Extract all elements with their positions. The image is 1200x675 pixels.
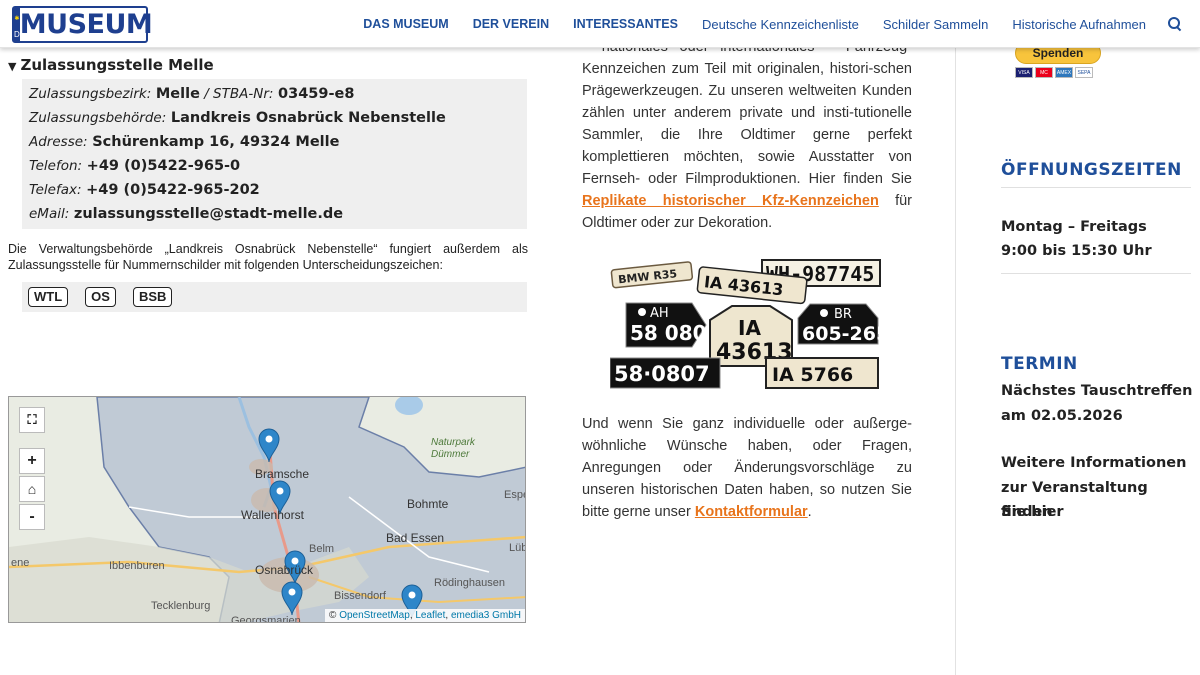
paragraph-text: . xyxy=(807,504,812,520)
office-toggle-label: Zulassungsstelle Melle xyxy=(20,56,214,74)
fullscreen-button[interactable]: ⛶ xyxy=(19,407,45,433)
attribution-link[interactable]: emedia3 GmbH xyxy=(451,610,521,621)
office-info-box: Zulassungsbezirk: Melle / STBA-Nr: 03459… xyxy=(22,79,527,229)
map-label: Rödinghausen xyxy=(434,577,505,589)
hours-time: 9:00 bis 15:30 Uhr xyxy=(1001,243,1152,259)
hours-days: Montag – Freitags xyxy=(1001,219,1147,235)
info-row-adresse: Adresse: Schürenkamp 16, 49324 Melle xyxy=(29,130,520,154)
info-value: Schürenkamp 16, 49324 Melle xyxy=(92,134,340,150)
info-value: Melle xyxy=(155,86,200,102)
nav-interessantes[interactable]: INTERESSANTES xyxy=(573,17,678,31)
info-label: eMail: xyxy=(29,206,70,222)
info-row-bezirk: Zulassungsbezirk: Melle / STBA-Nr: 03459… xyxy=(29,82,520,106)
nav-kennzeichenliste[interactable]: Deutsche Kennzeichenliste xyxy=(702,17,859,32)
plate-text: IA 5766 xyxy=(772,364,853,386)
visa-icon: VISA xyxy=(1015,67,1033,78)
plate-text: 58 0807 xyxy=(630,321,720,345)
logo-text: MUSEUM xyxy=(19,9,153,40)
map-label: Georgsmarien xyxy=(231,615,301,623)
paragraph-text: – nationales oder internationales – Fahr… xyxy=(582,39,912,187)
map-label: Bramsche xyxy=(255,467,310,481)
info-value: Landkreis Osnabrück Nebenstelle xyxy=(170,110,446,126)
email-value[interactable]: zulassungsstelle@stadt-melle.de xyxy=(74,206,343,222)
nav-das-museum[interactable]: DAS MUSEUM xyxy=(363,17,448,31)
map-label: Wallenhorst xyxy=(241,508,304,522)
home-button[interactable]: ⌂ xyxy=(19,476,45,502)
kontaktformular-link[interactable]: Kontaktformular xyxy=(695,504,808,520)
info-value: 03459-e8 xyxy=(278,86,355,102)
office-toggle[interactable]: ▼ Zulassungsstelle Melle xyxy=(8,56,214,74)
column-divider xyxy=(955,48,956,675)
plate-text: IA xyxy=(738,316,761,340)
event-info-link[interactable]: Sie hier xyxy=(1001,500,1064,524)
map-label: Lüb xyxy=(509,542,526,554)
map-label: Bissendorf xyxy=(334,590,386,602)
triangle-down-icon: ▼ xyxy=(8,60,17,73)
replikate-link[interactable]: Replikate historischer Kfz-Kennzeichen xyxy=(582,193,879,209)
home-icon: ⌂ xyxy=(27,481,37,497)
zoom-out-button[interactable]: - xyxy=(19,504,45,530)
info-label: Zulassungsbehörde: xyxy=(29,110,167,126)
code-badge[interactable]: BSB xyxy=(132,287,173,307)
contact-paragraph: Und wenn Sie ganz individuelle oder auße… xyxy=(582,413,912,523)
divider xyxy=(1001,273,1191,274)
intro-paragraph: – nationales oder internationales – Fahr… xyxy=(582,36,912,234)
hours-title: ÖFFNUNGSZEITEN xyxy=(1001,160,1182,180)
info-label: Telefax: xyxy=(29,182,82,198)
info-value: +49 (0)5422-965-0 xyxy=(86,158,241,174)
office-description: Die Verwaltungsbehörde „Landkreis Osnabr… xyxy=(8,242,528,272)
search-icon[interactable] xyxy=(1168,17,1182,31)
map-label: Espe xyxy=(504,489,525,501)
map-label: Bohmte xyxy=(407,497,449,511)
info-label: / STBA-Nr: xyxy=(199,86,274,102)
plate-text: 58·0807 xyxy=(614,362,710,386)
plates-image: BMW R35 WH-987745 IA 43613 AH 58 0807 IA… xyxy=(610,259,882,389)
map-label: Bad Essen xyxy=(386,531,445,545)
map-label: Ibbenburen xyxy=(109,560,165,572)
nav-historische-aufnahmen[interactable]: Historische Aufnahmen xyxy=(1012,17,1146,32)
info-row-telefax: Telefax: +49 (0)5422-965-202 xyxy=(29,178,520,202)
map-label: Osnabrück xyxy=(255,563,314,577)
termin-date: am 02.05.2026 xyxy=(1001,408,1123,424)
museum-logo[interactable]: ✱ D MUSEUM xyxy=(12,6,153,43)
map-label: ene xyxy=(11,557,30,569)
amex-icon: AMEX xyxy=(1055,67,1073,78)
info-label: Adresse: xyxy=(29,134,88,150)
event-info-link[interactable]: Weitere Informationen xyxy=(1001,451,1186,475)
info-row-behoerde: Zulassungsbehörde: Landkreis Osnabrück N… xyxy=(29,106,520,130)
info-label: Zulassungsbezirk: xyxy=(29,86,152,102)
main-nav: DAS MUSEUM DER VEREIN INTERESSANTES Deut… xyxy=(339,0,1182,48)
termin-line: Nächstes Tauschtreffen xyxy=(1001,383,1193,399)
nav-der-verein[interactable]: DER VEREIN xyxy=(473,17,549,31)
attribution-link[interactable]: OpenStreetMap xyxy=(339,610,410,621)
plate-text: AH xyxy=(650,306,669,321)
info-value: +49 (0)5422-965-202 xyxy=(86,182,260,198)
site-header: ✱ D MUSEUM DAS MUSEUM DER VEREIN INTERES… xyxy=(0,0,1200,48)
plate-text: BR xyxy=(834,307,852,322)
zoom-in-button[interactable]: + xyxy=(19,448,45,474)
code-badge[interactable]: WTL xyxy=(28,287,69,307)
sepa-icon: SEPA xyxy=(1075,67,1093,78)
map-attribution: © OpenStreetMap, Leaflet, emedia3 GmbH xyxy=(325,609,525,622)
mastercard-icon: MC xyxy=(1035,67,1053,78)
divider xyxy=(1001,187,1191,188)
nav-schilder-sammeln[interactable]: Schilder Sammeln xyxy=(883,17,989,32)
attribution-prefix: © xyxy=(329,610,337,621)
map-label: Tecklenburg xyxy=(151,600,211,612)
attribution-link[interactable]: Leaflet xyxy=(415,610,445,621)
info-row-telefon: Telefon: +49 (0)5422-965-0 xyxy=(29,154,520,178)
info-row-email: eMail: zulassungsstelle@stadt-melle.de xyxy=(29,202,520,226)
district-map[interactable]: ⛶ + ⌂ - Bramsche Wallenhorst Bohmte Bad … xyxy=(8,396,526,623)
termin-title: TERMIN xyxy=(1001,354,1078,374)
codes-box: WTL OS BSB xyxy=(22,282,527,312)
info-label: Telefon: xyxy=(29,158,83,174)
map-label: Naturpark Dümmer xyxy=(431,437,475,460)
map-label: Belm xyxy=(309,543,335,555)
eu-stars-icon: ✱ xyxy=(14,16,20,22)
plate-text: 605-265 xyxy=(802,323,882,345)
code-badge[interactable]: OS xyxy=(85,287,116,307)
payment-cards: VISA MC AMEX SEPA xyxy=(1015,67,1095,78)
